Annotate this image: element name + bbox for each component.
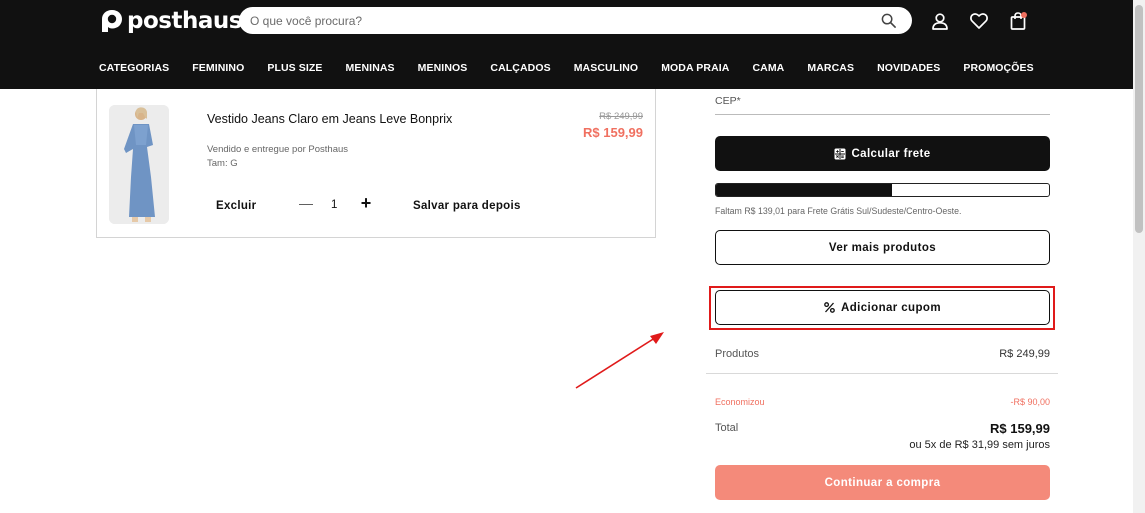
- user-icon[interactable]: [930, 11, 950, 31]
- quantity-increase-button[interactable]: +: [359, 193, 373, 213]
- original-price: R$ 249,99: [599, 111, 643, 122]
- installments-info: ou 5x de R$ 31,99 sem juros: [909, 439, 1050, 451]
- nav-meninas[interactable]: MENINAS: [346, 62, 395, 74]
- nav-meninos[interactable]: MENINOS: [418, 62, 468, 74]
- free-shipping-message: Faltam R$ 139,01 para Frete Grátis Sul/S…: [715, 206, 962, 216]
- product-name[interactable]: Vestido Jeans Claro em Jeans Leve Bonpri…: [207, 112, 452, 126]
- logo-mark-icon: [102, 10, 122, 32]
- bag-badge: [1021, 12, 1027, 18]
- heart-icon[interactable]: [969, 11, 989, 31]
- annotation-highlight-box: [709, 286, 1055, 330]
- products-subtotal-label: Produtos: [715, 348, 760, 360]
- scrollbar-thumb[interactable]: [1135, 5, 1143, 233]
- nav-marcas[interactable]: MARCAS: [807, 62, 854, 74]
- continue-checkout-label: Continuar a compra: [824, 476, 941, 489]
- nav-calcados[interactable]: CALÇADOS: [490, 62, 550, 74]
- continue-checkout-button[interactable]: Continuar a compra: [715, 465, 1050, 500]
- nav-categorias[interactable]: CATEGORIAS: [99, 62, 169, 74]
- annotation-arrow-icon: [575, 332, 664, 389]
- free-shipping-progress-fill: [716, 184, 893, 196]
- nav-promocoes[interactable]: PROMOÇÕES: [963, 62, 1033, 74]
- main-nav: CATEGORIAS FEMININO PLUS SIZE MENINAS ME…: [99, 62, 1034, 74]
- save-for-later-button[interactable]: Salvar para depois: [413, 200, 521, 212]
- seller-info: Vendido e entregue por Posthaus: [207, 144, 349, 155]
- cep-input[interactable]: [715, 92, 1050, 115]
- summary-divider: [706, 373, 1058, 374]
- nav-feminino[interactable]: FEMININO: [192, 62, 244, 74]
- calculate-shipping-button[interactable]: Calcular frete: [715, 136, 1050, 171]
- see-more-products-button[interactable]: Ver mais produtos: [715, 230, 1050, 265]
- dress-model-image: [109, 105, 169, 224]
- total-value: R$ 159,99: [990, 421, 1050, 436]
- free-shipping-progress: [715, 183, 1050, 197]
- search-input[interactable]: [250, 7, 870, 34]
- search-bar: [239, 7, 912, 34]
- savings-label: Economizou: [715, 397, 765, 407]
- bag-icon[interactable]: [1008, 11, 1028, 31]
- page-scrollbar[interactable]: [1133, 0, 1145, 513]
- nav-novidades[interactable]: NOVIDADES: [877, 62, 940, 74]
- quantity-value: 1: [331, 199, 338, 211]
- cart-item-card: Vestido Jeans Claro em Jeans Leve Bonpri…: [96, 89, 656, 238]
- logo-text: posthaus: [127, 8, 242, 34]
- see-more-products-label: Ver mais produtos: [828, 241, 937, 254]
- nav-masculino[interactable]: MASCULINO: [574, 62, 638, 74]
- site-header: posthaus CATEGORIAS FEMININO PLUS SIZE M…: [0, 0, 1133, 89]
- remove-item-button[interactable]: Excluir: [216, 200, 256, 212]
- product-size: Tam: G: [207, 158, 238, 169]
- search-icon[interactable]: [881, 13, 896, 28]
- nav-plus-size[interactable]: PLUS SIZE: [267, 62, 322, 74]
- calculate-shipping-label: Calcular frete: [851, 147, 931, 160]
- posthaus-logo[interactable]: posthaus: [101, 8, 242, 34]
- nav-cama[interactable]: CAMA: [752, 62, 784, 74]
- product-image[interactable]: [109, 105, 169, 224]
- savings-value: -R$ 90,00: [1010, 397, 1050, 407]
- quantity-decrease-button[interactable]: —: [299, 195, 313, 215]
- products-subtotal-value: R$ 249,99: [999, 348, 1050, 360]
- total-label: Total: [715, 422, 739, 434]
- sale-price: R$ 159,99: [583, 125, 643, 140]
- calculator-icon: [834, 148, 846, 159]
- nav-moda-praia[interactable]: MODA PRAIA: [661, 62, 729, 74]
